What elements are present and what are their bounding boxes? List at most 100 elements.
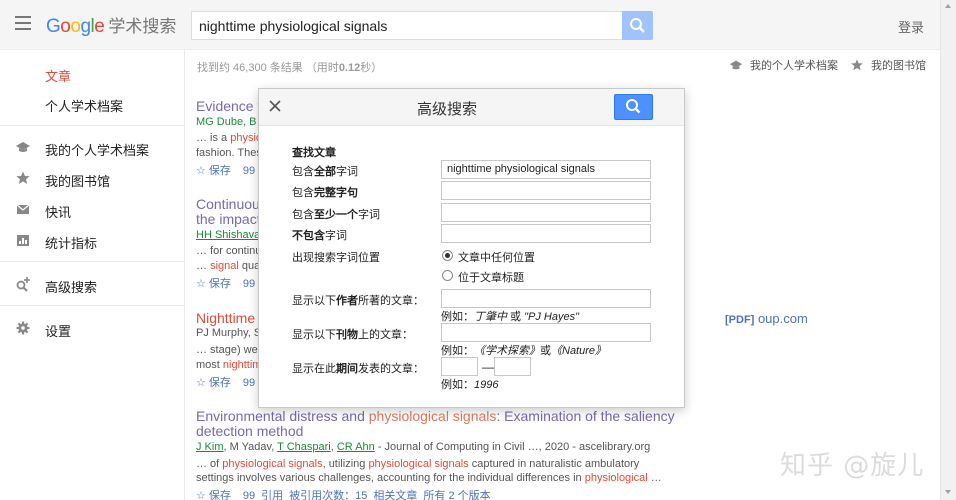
author-link[interactable]: T Chaspari bbox=[277, 441, 331, 453]
result-actions: ☆ 保存 99 bbox=[196, 162, 261, 178]
publication-label: 显示以下刊物上的文章： bbox=[292, 329, 413, 341]
sidebar-item-my-library[interactable]: 我的图书馆 bbox=[0, 164, 185, 192]
author-label: 显示以下作者所著的文章： bbox=[292, 295, 424, 307]
location-title-label[interactable]: 位于文章标题 bbox=[458, 269, 524, 285]
divider bbox=[0, 305, 185, 306]
sidebar-item-metrics[interactable]: 统计指标 bbox=[0, 226, 185, 254]
result-title[interactable]: Environmental distress and physiological… bbox=[196, 409, 675, 424]
close-icon[interactable] bbox=[268, 99, 282, 113]
result-snippet: most nighttim bbox=[196, 359, 262, 371]
divider bbox=[0, 261, 185, 262]
search-input[interactable]: nighttime physiological signals bbox=[191, 11, 623, 40]
google-scholar-logo[interactable]: Google 学术搜索 bbox=[46, 12, 176, 38]
result-title[interactable]: Evidence t bbox=[196, 99, 261, 114]
date-range-label: 显示在此期间发表的文章： bbox=[292, 363, 424, 375]
search-button[interactable] bbox=[622, 11, 653, 40]
author-input[interactable] bbox=[441, 289, 651, 308]
result-snippet: … stage) were bbox=[196, 344, 268, 356]
result-snippet: … of physiological signals, utilizing ph… bbox=[196, 458, 640, 470]
exact-phrase-label: 包含完整字句 bbox=[292, 187, 358, 199]
search-icon bbox=[626, 99, 641, 114]
result-actions: ☆ 保存 99 bbox=[196, 275, 261, 291]
my-profile-link[interactable]: 我的个人学术档案 bbox=[750, 57, 838, 73]
sidebar-item-advanced-search[interactable]: 高级搜索 bbox=[0, 270, 185, 298]
date-hint: 例如：1996 bbox=[441, 379, 499, 391]
star-icon bbox=[851, 59, 863, 71]
related-articles-link[interactable]: 相关文章 bbox=[373, 490, 417, 500]
result-snippet: … is a physio bbox=[196, 132, 263, 144]
author-link[interactable]: J Kim bbox=[196, 441, 224, 453]
sidebar-item-alerts[interactable]: 快讯 bbox=[0, 195, 185, 223]
result-title-line2[interactable]: detection method bbox=[196, 424, 303, 439]
cited-by-link[interactable]: 被引用次数：15 bbox=[289, 490, 367, 500]
pdf-link[interactable]: [PDF] oup.com bbox=[725, 311, 808, 326]
menu-icon[interactable] bbox=[15, 16, 31, 30]
without-words-input[interactable] bbox=[441, 224, 651, 243]
sidebar-item-label: 我的个人学术档案 bbox=[45, 143, 150, 158]
search-plus-icon bbox=[16, 277, 30, 292]
author-link[interactable]: CR Ahn bbox=[337, 441, 375, 453]
location-anywhere-label[interactable]: 文章中任何位置 bbox=[458, 249, 535, 265]
all-words-label: 包含全部字词 bbox=[292, 166, 358, 178]
watermark: 知乎 @旋儿 bbox=[780, 451, 925, 481]
any-words-input[interactable] bbox=[441, 203, 651, 222]
word-location-label: 出现搜索字词位置 bbox=[292, 252, 380, 264]
result-authors: MG Dube, B X bbox=[196, 116, 267, 128]
sidebar-item-label: 高级搜索 bbox=[45, 280, 98, 295]
sidebar-item-label: 我的图书馆 bbox=[45, 174, 111, 189]
cite-button[interactable]: 99 bbox=[243, 490, 255, 500]
year-from-input[interactable] bbox=[441, 357, 478, 376]
save-button[interactable]: ☆ 保存 bbox=[196, 490, 237, 500]
without-words-label: 不包含字词 bbox=[292, 230, 347, 242]
publication-input[interactable] bbox=[441, 323, 651, 342]
star-icon bbox=[16, 171, 30, 184]
result-title-line2[interactable]: the impact bbox=[196, 212, 261, 227]
result-stats: 找到约 46,300 条结果 （用时0.12秒） bbox=[197, 62, 383, 74]
result-title[interactable]: Nighttime c bbox=[196, 311, 266, 326]
login-link[interactable]: 登录 bbox=[898, 17, 924, 36]
sidebar-item-label: 设置 bbox=[45, 324, 72, 339]
cite-button[interactable]: 99 bbox=[243, 377, 255, 389]
result-authors: HH Shishavar bbox=[196, 229, 264, 241]
result-actions: ☆ 保存 99 bbox=[196, 374, 261, 390]
location-anywhere-radio[interactable] bbox=[442, 250, 453, 261]
result-snippet: … signal qual bbox=[196, 260, 263, 272]
sidebar-item-profiles[interactable]: 个人学术档案 bbox=[0, 89, 185, 117]
all-words-input[interactable]: nighttime physiological signals bbox=[441, 160, 651, 179]
scroll-up-arrow[interactable] bbox=[945, 4, 951, 8]
save-button[interactable]: ☆ 保存 bbox=[196, 377, 237, 389]
publication-hint: 例如：《学术探索》或《Nature》 bbox=[441, 345, 607, 357]
year-to-input[interactable] bbox=[494, 357, 531, 376]
gear-icon bbox=[16, 321, 30, 335]
cite-button[interactable]: 99 bbox=[243, 278, 255, 290]
search-icon bbox=[630, 18, 645, 33]
all-versions-link[interactable]: 所有 2 个版本 bbox=[423, 490, 490, 500]
save-button[interactable]: ☆ 保存 bbox=[196, 278, 237, 290]
result-snippet: … for continu bbox=[196, 245, 262, 257]
result-title[interactable]: Continuous bbox=[196, 197, 267, 212]
result-authors: J Kim, M Yadav, T Chaspari, CR Ahn - Jou… bbox=[196, 441, 651, 453]
location-title-radio[interactable] bbox=[442, 270, 453, 281]
sidebar-item-my-profile[interactable]: 我的个人学术档案 bbox=[0, 133, 185, 161]
scroll-down-arrow[interactable] bbox=[945, 490, 951, 494]
sidebar-item-label: 快讯 bbox=[45, 205, 72, 220]
advanced-search-dialog: 高级搜索 查找文章 包含全部字词 nighttime physiological… bbox=[258, 88, 685, 408]
scrollbar[interactable] bbox=[940, 0, 956, 500]
sidebar-item-articles[interactable]: 文章 bbox=[0, 59, 185, 87]
sidebar-item-settings[interactable]: 设置 bbox=[0, 314, 185, 342]
date-range-dash: — bbox=[482, 360, 494, 374]
my-library-link[interactable]: 我的图书馆 bbox=[871, 57, 926, 73]
any-words-label: 包含至少一个字词 bbox=[292, 209, 380, 221]
exact-phrase-input[interactable] bbox=[441, 181, 651, 200]
cite-button[interactable]: 99 bbox=[243, 165, 255, 177]
chart-icon bbox=[17, 235, 29, 246]
advanced-search-submit-button[interactable] bbox=[614, 94, 653, 120]
graduation-cap-icon bbox=[16, 142, 30, 152]
result-snippet: settings involves various challenges, ac… bbox=[196, 472, 662, 484]
section-heading: 查找文章 bbox=[292, 147, 336, 159]
cite-text-button[interactable]: 引用 bbox=[261, 490, 283, 500]
sidebar-item-label: 统计指标 bbox=[45, 236, 98, 251]
save-button[interactable]: ☆ 保存 bbox=[196, 165, 237, 177]
result-actions: ☆ 保存 99 引用 被引用次数：15 相关文章 所有 2 个版本 bbox=[196, 487, 497, 500]
dialog-title: 高级搜索 bbox=[417, 101, 478, 118]
